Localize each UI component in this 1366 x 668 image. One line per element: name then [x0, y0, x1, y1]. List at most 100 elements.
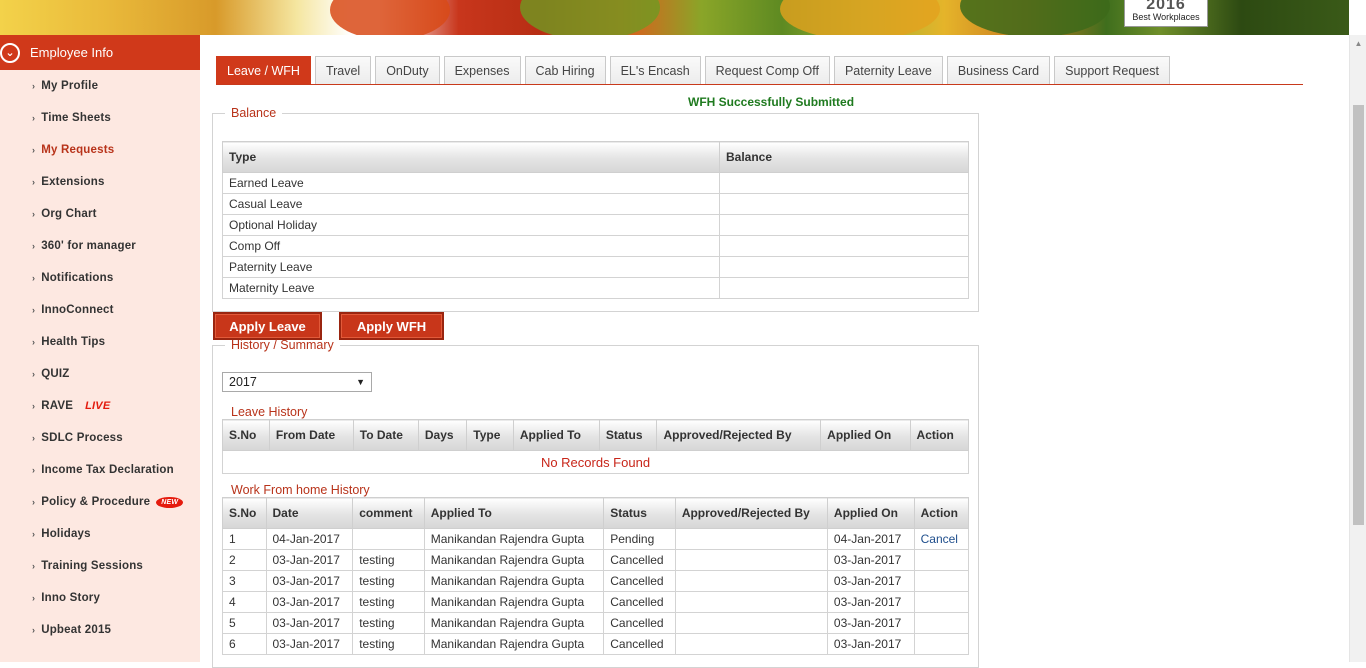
balance-cell: [719, 256, 969, 278]
sidebar-item-holidays[interactable]: › Holidays: [0, 518, 200, 550]
table-row: 3 03-Jan-2017 testing Manikandan Rajendra G…: [222, 570, 970, 592]
sidebar-item-rave[interactable]: › RAVE LIVE: [0, 390, 200, 422]
wfh-col-applied-on: Applied On: [826, 497, 915, 529]
sidebar-item-policy-procedure[interactable]: › Policy & Procedure NEW: [0, 486, 200, 518]
sno-cell: 2: [222, 549, 267, 571]
action-cell: [913, 591, 970, 613]
sidebar-item-org-chart[interactable]: › Org Chart: [0, 198, 200, 230]
sidebar-item-innoconnect[interactable]: › InnoConnect: [0, 294, 200, 326]
leave-history-table: S.No From Date To Date Days Type Applied To St…: [222, 419, 970, 474]
request-tabs: Leave / WFH Travel OnDuty Expenses Cab Hirin…: [216, 56, 1303, 85]
leave-col-to-date: To Date: [352, 419, 419, 451]
tab-el-s-encash[interactable]: EL's Encash: [609, 56, 701, 84]
tab-leave-wfh[interactable]: Leave / WFH: [216, 56, 311, 84]
sidebar-item-360-for-manager[interactable]: › 360' for manager: [0, 230, 200, 262]
chevron-right-icon: ›: [32, 305, 36, 315]
chevron-right-icon: ›: [32, 209, 36, 219]
sidebar-item-training-sessions[interactable]: › Training Sessions: [0, 550, 200, 582]
scrollbar-thumb[interactable]: [1353, 105, 1364, 525]
applied-to-cell: Manikandan Rajendra Gupta: [423, 549, 605, 571]
status-cell: Cancelled: [603, 549, 676, 571]
tab-business-card[interactable]: Business Card: [946, 56, 1051, 84]
banner-leaf: [330, 0, 450, 35]
table-row: 1 04-Jan-2017 Manikandan Rajendra Gupta Pen…: [222, 528, 970, 550]
leave-col-s-no: S.No: [222, 419, 270, 451]
leave-col-applied-on: Applied On: [820, 419, 911, 451]
chevron-right-icon: ›: [32, 81, 36, 91]
tab-expenses[interactable]: Expenses: [443, 56, 521, 84]
balance-col-type: Type: [222, 141, 720, 173]
chevron-right-icon: ›: [32, 497, 36, 507]
sidebar-item-my-requests[interactable]: › My Requests: [0, 134, 200, 166]
scrollbar[interactable]: ▲: [1349, 35, 1366, 662]
sidebar-item-health-tips[interactable]: › Health Tips: [0, 326, 200, 358]
chevron-right-icon: ›: [32, 177, 36, 187]
sidebar-item-label: Policy & Procedure: [41, 496, 151, 508]
action-cell: [913, 570, 970, 592]
chevron-right-icon: ›: [32, 401, 36, 411]
sidebar-item-inno-story[interactable]: › Inno Story: [0, 582, 200, 614]
sidebar-header[interactable]: ⌄ Employee Info: [0, 35, 200, 70]
applied-on-cell: 03-Jan-2017: [826, 591, 915, 613]
sidebar-item-upbeat-2015[interactable]: › Upbeat 2015: [0, 614, 200, 646]
approved-by-cell: [674, 528, 828, 550]
sidebar-item-label: Inno Story: [41, 592, 101, 604]
sidebar-item-time-sheets[interactable]: › Time Sheets: [0, 102, 200, 134]
cancel-link[interactable]: Cancel: [921, 532, 958, 546]
leave-type-cell: Optional Holiday: [222, 214, 720, 236]
sno-cell: 4: [222, 591, 267, 613]
tab-onduty[interactable]: OnDuty: [375, 56, 440, 84]
sidebar-item-label: SDLC Process: [41, 432, 123, 444]
applied-to-cell: Manikandan Rajendra Gupta: [423, 633, 605, 655]
wfh-col-status: Status: [603, 497, 676, 529]
action-cell: [913, 549, 970, 571]
sidebar-item-quiz[interactable]: › QUIZ: [0, 358, 200, 390]
applied-to-cell: Manikandan Rajendra Gupta: [423, 591, 605, 613]
sidebar-item-extensions[interactable]: › Extensions: [0, 166, 200, 198]
chevron-down-icon: ⌄: [0, 42, 20, 63]
leave-col-action: Action: [909, 419, 970, 451]
status-cell: Cancelled: [603, 612, 676, 634]
tab-cab-hiring[interactable]: Cab Hiring: [524, 56, 606, 84]
tab-travel[interactable]: Travel: [314, 56, 372, 84]
chevron-right-icon: ›: [32, 625, 36, 635]
sno-cell: 3: [222, 570, 267, 592]
comment-cell: testing: [352, 570, 425, 592]
badge-year: 2016: [1146, 0, 1186, 13]
status-cell: Cancelled: [603, 633, 676, 655]
sno-cell: 6: [222, 633, 267, 655]
year-select[interactable]: 2017 ▼: [222, 372, 372, 392]
wfh-col-approved-rejected-by: Approved/Rejected By: [674, 497, 828, 529]
tab-support-request[interactable]: Support Request: [1054, 56, 1170, 84]
sidebar-item-sdlc-process[interactable]: › SDLC Process: [0, 422, 200, 454]
sno-cell: 1: [222, 528, 267, 550]
sidebar-item-label: Upbeat 2015: [41, 624, 112, 636]
banner-leaf: [960, 0, 1110, 35]
sidebar-item-label: Org Chart: [41, 208, 97, 220]
comment-cell: [352, 528, 425, 550]
apply-wfh-button[interactable]: Apply WFH: [339, 312, 444, 340]
leave-col-days: Days: [417, 419, 468, 451]
table-row: Comp Off: [222, 235, 969, 257]
table-row: 4 03-Jan-2017 testing Manikandan Rajendra G…: [222, 591, 970, 613]
sidebar-item-notifications[interactable]: › Notifications: [0, 262, 200, 294]
applied-on-cell: 03-Jan-2017: [826, 612, 915, 634]
sidebar-item-my-profile[interactable]: › My Profile: [0, 70, 200, 102]
chevron-right-icon: ›: [32, 337, 36, 347]
date-cell: 03-Jan-2017: [265, 612, 354, 634]
date-cell: 03-Jan-2017: [265, 633, 354, 655]
tab-paternity-leave[interactable]: Paternity Leave: [833, 56, 943, 84]
sidebar-item-label: My Requests: [41, 144, 115, 156]
tab-request-comp-off[interactable]: Request Comp Off: [704, 56, 830, 84]
approved-by-cell: [674, 612, 828, 634]
scroll-up-icon[interactable]: ▲: [1350, 35, 1366, 52]
status-cell: Cancelled: [603, 591, 676, 613]
table-row: Casual Leave: [222, 193, 969, 215]
banner-leaf: [520, 0, 660, 35]
new-badge: NEW: [156, 496, 184, 508]
apply-leave-button[interactable]: Apply Leave: [213, 312, 322, 340]
sidebar-item-income-tax-declaration[interactable]: › Income Tax Declaration: [0, 454, 200, 486]
sidebar-item-label: Extensions: [41, 176, 105, 188]
wfh-history-table: S.No Date comment Applied To Status Approved/…: [222, 497, 970, 655]
balance-cell: [719, 193, 969, 215]
